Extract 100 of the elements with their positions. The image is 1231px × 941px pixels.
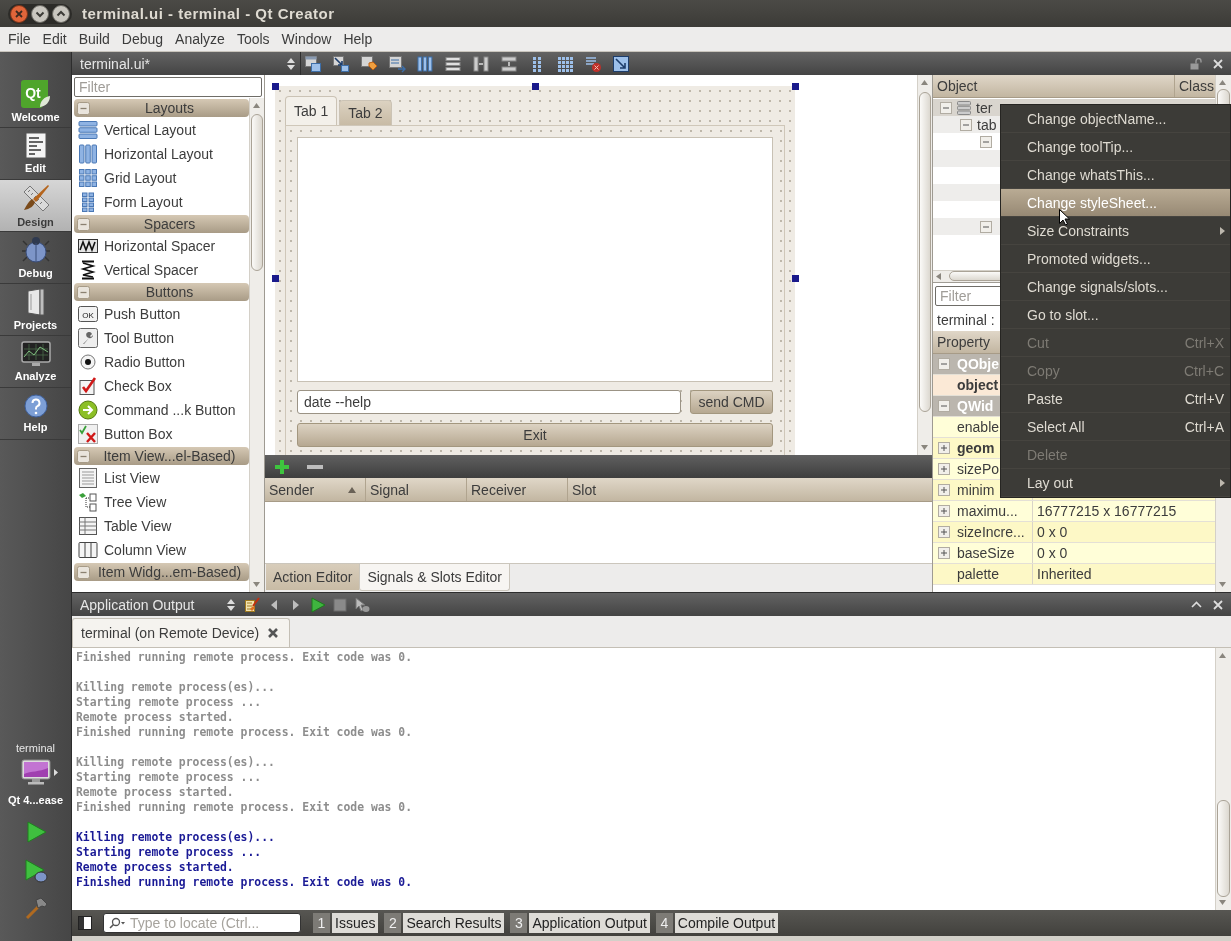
menu-item[interactable]: Change objectName... [1001,105,1230,133]
menu-item[interactable]: Change signals/slots... [1001,273,1230,301]
widget-item[interactable]: Column View [74,538,249,562]
mode-button[interactable]: Analyze [0,336,71,388]
expand-icon[interactable] [938,505,950,517]
broom-icon[interactable] [244,596,260,613]
run-bug-icon[interactable] [22,858,49,884]
close-tab-icon[interactable] [267,627,280,639]
scroll-down-icon[interactable] [1219,900,1226,905]
property-value[interactable]: Inherited [1037,566,1092,582]
expand-icon[interactable] [938,484,950,496]
property-value[interactable]: 0 x 0 [1037,524,1068,540]
category-header[interactable]: Layouts [74,99,249,117]
caret-up-icon[interactable] [1191,601,1202,608]
scroll-down-icon[interactable] [921,445,928,450]
split-rows-icon[interactable] [500,54,518,73]
menu-item[interactable]: Help [337,30,379,48]
category-header[interactable]: Buttons [74,283,249,301]
resize-window-icon[interactable] [612,54,630,73]
scroll-down-icon[interactable] [253,582,260,587]
filter-field[interactable]: Filter [74,77,262,97]
column-header[interactable]: Class [1175,75,1215,97]
widget-item[interactable]: Button Box [74,422,249,446]
collapse-icon[interactable] [938,358,950,370]
collapse-icon[interactable] [77,449,90,463]
collapse-icon[interactable] [960,118,972,131]
document-selector[interactable]: terminal.ui* [72,52,300,75]
menu-item[interactable]: Change toolTip... [1001,133,1230,161]
expand-icon[interactable] [938,547,950,559]
column-header[interactable]: Sender [265,478,366,501]
scroll-up-icon[interactable] [253,103,260,108]
collapse-icon[interactable] [938,400,950,412]
menu-item[interactable]: Select All Ctrl+A [1001,413,1230,441]
maximize-icon[interactable] [52,4,70,23]
tag-window-icon[interactable] [360,54,378,73]
scroll-up-icon[interactable] [1219,653,1226,658]
widget-item[interactable]: Form Layout [74,190,249,214]
dot-grid-icon[interactable] [556,54,574,73]
column-header[interactable]: Receiver [467,478,568,501]
scrollbar-thumb[interactable] [919,92,931,412]
expand-icon[interactable] [938,526,950,538]
mode-button[interactable]: Design [0,180,71,232]
vertical-bars-icon[interactable] [416,54,434,73]
locator-field[interactable]: Type to locate (Ctrl... [103,913,301,933]
scroll-left-icon[interactable] [936,273,941,280]
run-icon[interactable] [310,596,326,613]
scroll-down-icon[interactable] [1219,582,1226,587]
plus-icon[interactable] [274,458,290,475]
widget-item[interactable]: Command ...k Button [74,398,249,422]
widget-item[interactable]: Tool Button [74,326,249,350]
menu-item[interactable]: Analyze [169,30,231,48]
collapse-icon[interactable] [77,217,90,231]
menu-item[interactable]: Window [275,30,338,48]
collapse-icon[interactable] [980,220,992,233]
padlock-icon[interactable] [1190,57,1202,70]
caret-icon[interactable] [53,768,58,776]
column-header[interactable]: Signal [366,478,467,501]
mode-button[interactable]: Edit [0,128,71,180]
widget-item[interactable]: Radio Button [74,350,249,374]
tab[interactable]: Tab 1 [285,96,338,125]
close-icon[interactable] [10,4,28,23]
monitor-icon[interactable] [20,759,51,785]
expand-icon[interactable] [938,463,950,475]
widget-item[interactable]: Vertical Layout [74,118,249,142]
column-header[interactable]: Slot [568,478,932,501]
collapse-icon[interactable] [77,101,90,115]
widget-item[interactable]: Check Box [74,374,249,398]
list-x-circle-icon[interactable] [584,54,602,73]
mode-button[interactable]: Qt Welcome [0,76,71,128]
widget-item[interactable]: Table View [74,514,249,538]
widget-item[interactable]: Horizontal Layout [74,142,249,166]
property-value[interactable]: 16777215 x 16777215 [1037,503,1177,519]
output-selector[interactable]: Application Output [72,593,240,616]
command-field[interactable]: date --help [297,390,681,414]
category-header[interactable]: Item View...el-Based) [74,447,249,465]
menu-item[interactable]: Go to slot... [1001,301,1230,329]
selection-handle-icon[interactable] [272,83,279,90]
collapse-icon[interactable] [980,135,992,148]
widget-item[interactable]: Tree View [74,490,249,514]
selection-handle-icon[interactable] [532,83,539,90]
arrow-window-icon[interactable] [332,54,350,73]
category-header[interactable]: Item Widg...em-Based) [74,563,249,581]
minus-icon[interactable] [307,464,323,469]
mode-button[interactable]: Projects [0,284,71,336]
exit-button[interactable]: Exit [297,423,773,447]
scroll-up-icon[interactable] [1219,80,1226,85]
output-tab[interactable]: terminal (on Remote Device) [72,618,291,647]
split-columns-icon[interactable] [472,54,490,73]
send-button[interactable]: send CMD [690,390,773,414]
menu-item[interactable]: Lay out [1001,469,1230,497]
window-lines-icon[interactable] [388,54,406,73]
tab[interactable]: Action Editor [266,564,360,590]
menu-item[interactable]: Edit [36,30,73,48]
widget-item[interactable]: OK Push Button [74,302,249,326]
vertical-scrollbar[interactable] [1215,648,1231,910]
vertical-scrollbar[interactable] [249,98,264,592]
widget-item[interactable]: List View [74,466,249,490]
menu-item[interactable]: Debug [115,30,170,48]
widget-item[interactable]: Vertical Spacer [74,258,249,282]
collapse-icon[interactable] [77,285,90,299]
